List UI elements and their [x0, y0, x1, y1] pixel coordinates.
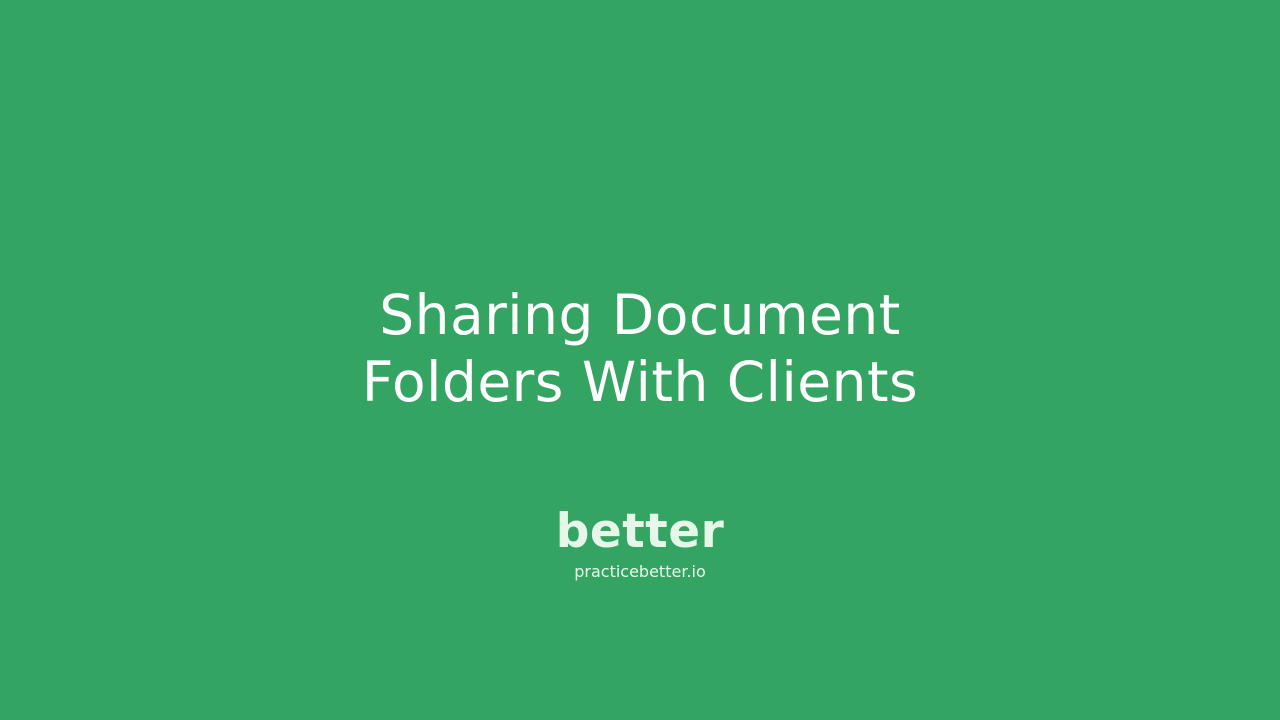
brand-wordmark: better	[555, 504, 725, 559]
slide-title-line-1: Sharing Document	[379, 283, 901, 347]
brand-url: practicebetter.io	[574, 562, 706, 581]
brand-logo: better practicebetter.io	[0, 503, 1280, 582]
slide-title: Sharing Document Folders With Clients	[0, 282, 1280, 416]
slide-title-line-2: Folders With Clients	[361, 350, 919, 414]
